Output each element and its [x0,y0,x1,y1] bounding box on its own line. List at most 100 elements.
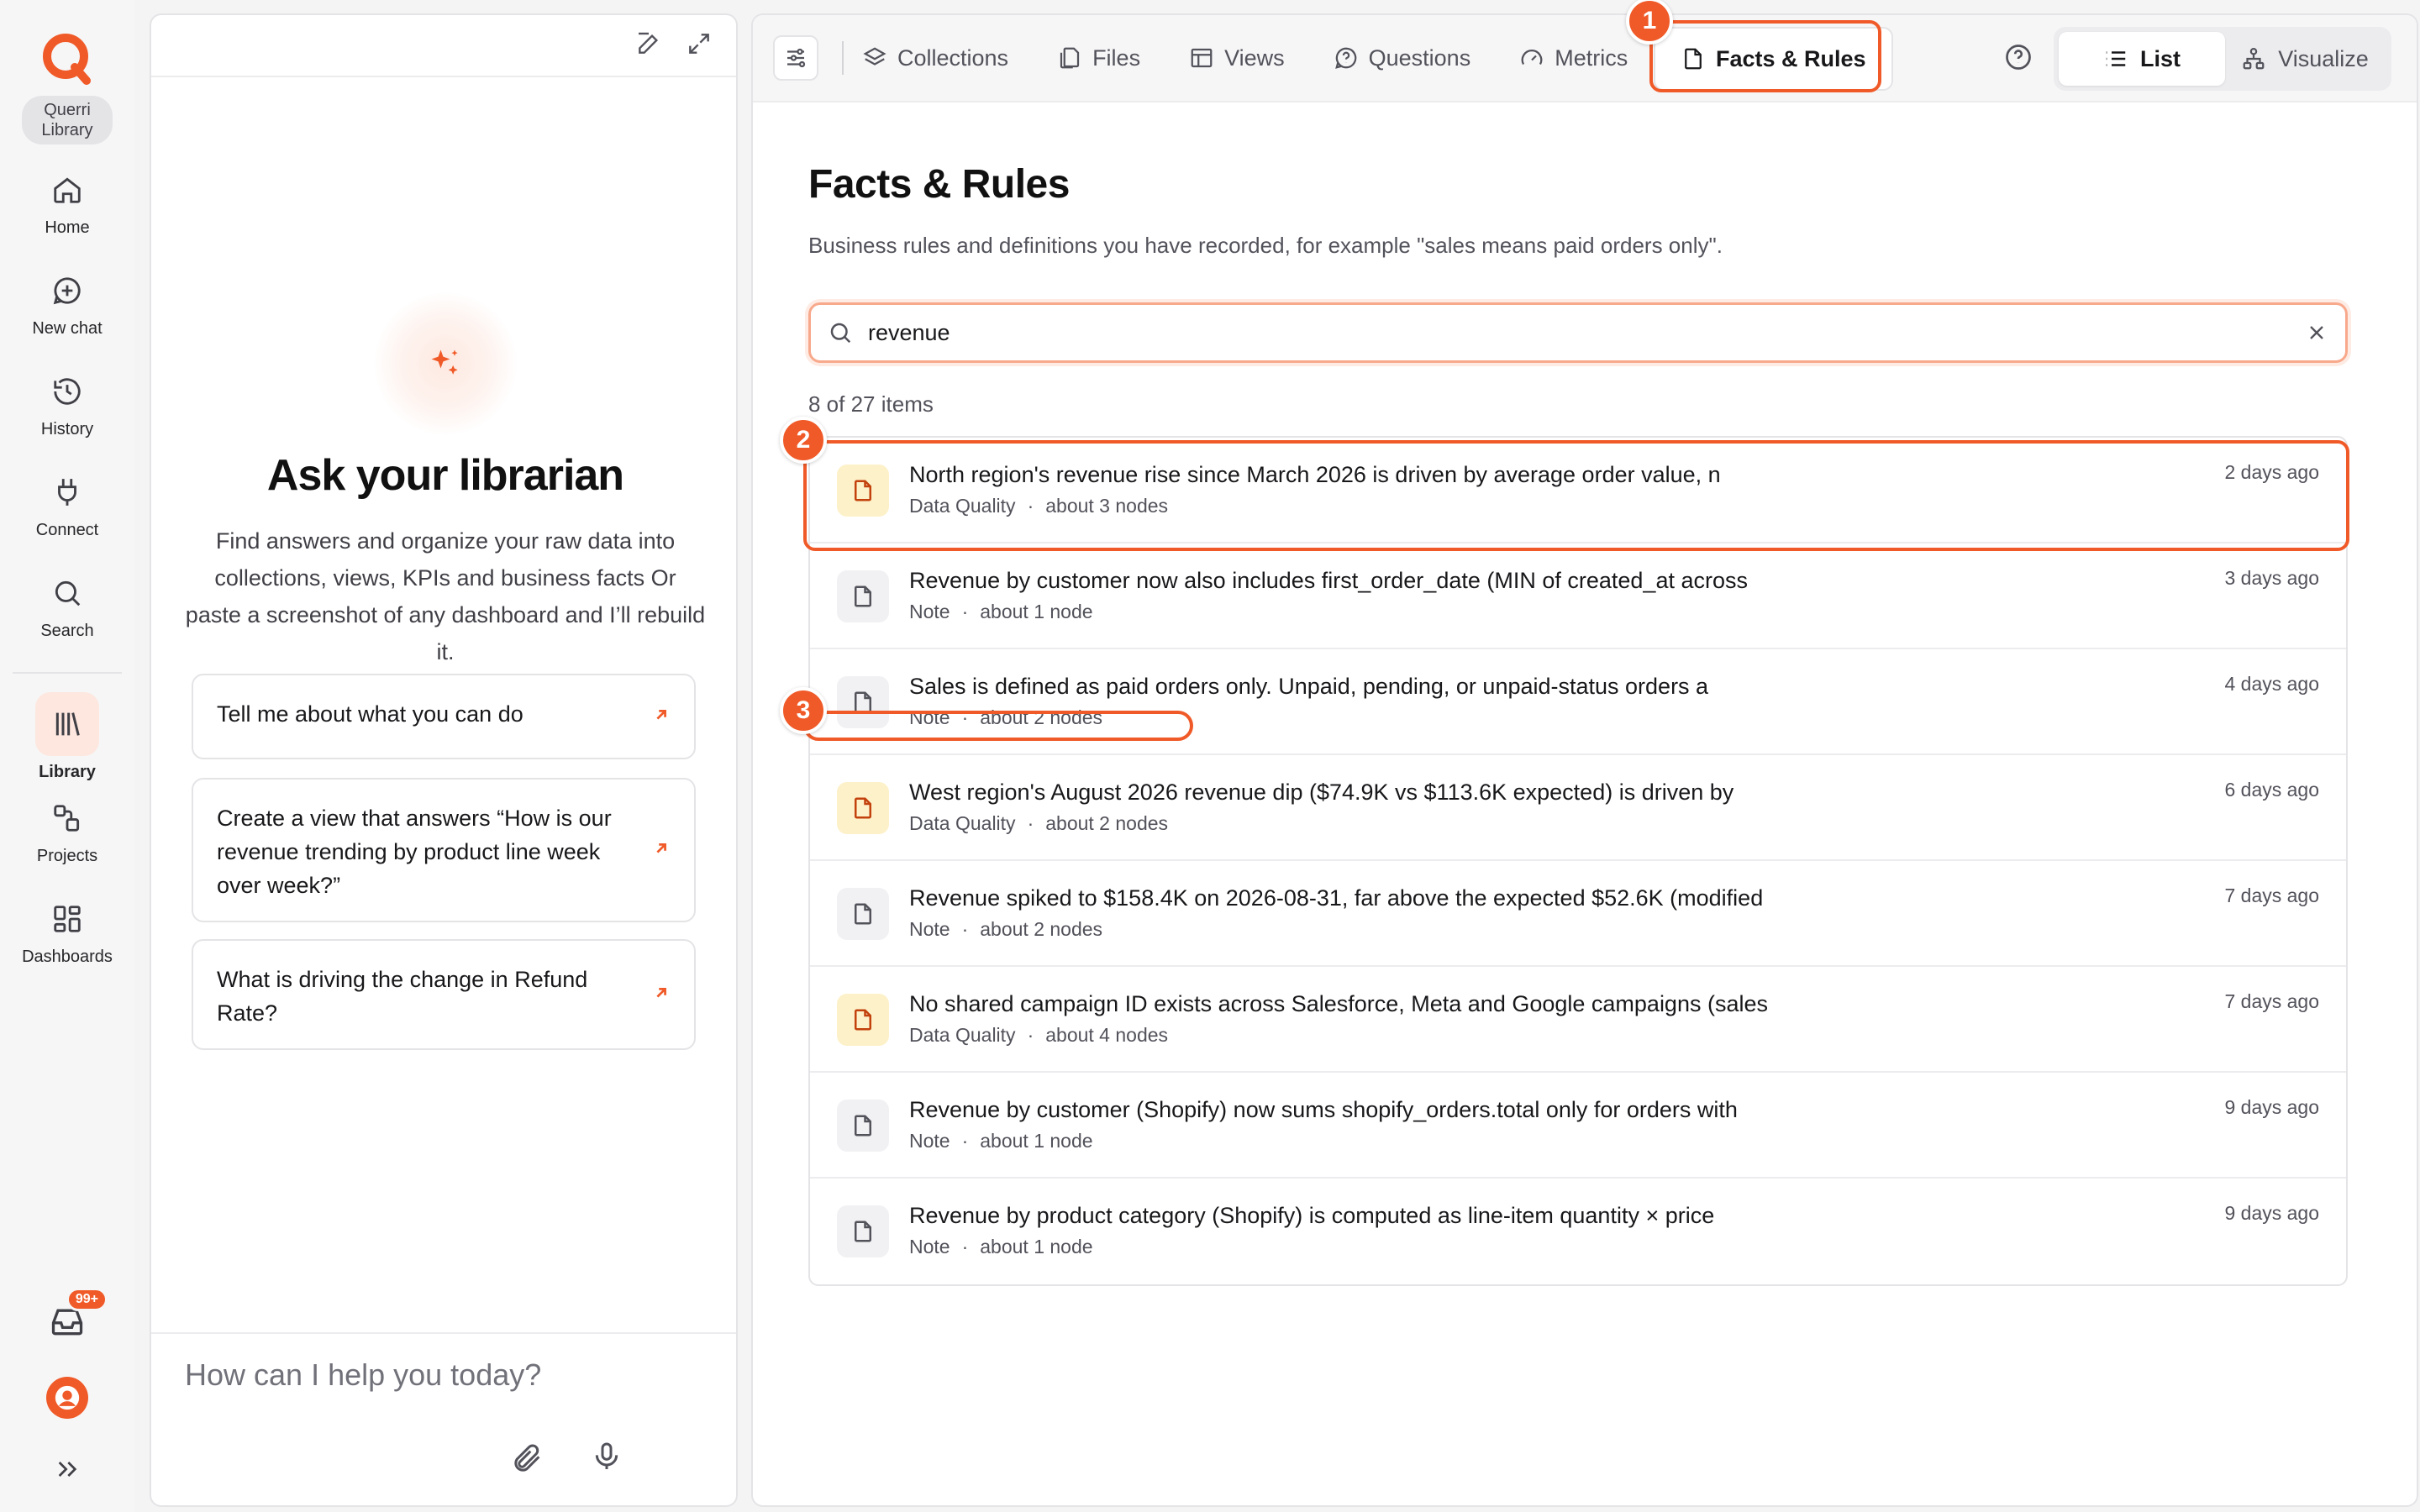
main-nav: Home New chat History Connect Search [0,155,134,659]
item-timestamp: 6 days ago [2224,779,2319,801]
avatar[interactable] [46,1377,88,1419]
nav-connect-label: Connect [35,520,99,539]
new-chat-icon [50,274,84,307]
attach-icon[interactable] [511,1441,544,1479]
nav-new-chat[interactable]: New chat [8,255,126,356]
app-window: Querri Library Home New chat History Con… [0,0,2420,1512]
list-view-button[interactable]: List [2059,32,2225,86]
facts-list: North region's revenue rise since March … [808,436,2348,1286]
tab-files-label: Files [1092,45,1141,71]
meta-separator: · [1027,495,1034,517]
projects-icon [50,801,84,835]
list-item[interactable]: North region's revenue rise since March … [810,438,2346,543]
visualize-view-button[interactable]: Visualize [2225,32,2385,86]
nav-search[interactable]: Search [8,558,126,659]
view-toggle: List Visualize [2054,27,2391,91]
suggestion-text: Create a view that answers “How is our r… [217,806,612,898]
document-icon [837,1100,889,1152]
tab-questions[interactable]: Questions [1334,45,1470,71]
nav-history[interactable]: History [8,356,126,457]
item-type: Note [909,918,950,940]
chat-title: Ask your librarian [266,451,624,500]
nav-projects[interactable]: Projects [8,783,126,884]
nav-new-chat-label: New chat [32,318,103,338]
tab-metrics-label: Metrics [1555,45,1628,71]
nav-dashboards[interactable]: Dashboards [8,884,126,984]
filter-button[interactable] [773,35,818,81]
item-meta: Note · about 2 nodes [909,918,2319,941]
item-text: No shared campaign ID exists across Sale… [909,989,2319,1047]
document-icon [837,570,889,622]
list-item[interactable]: No shared campaign ID exists across Sale… [810,967,2346,1073]
secondary-nav: Library Projects Dashboards [0,690,134,984]
list-item[interactable]: Revenue spiked to $158.4K on 2026-08-31,… [810,861,2346,967]
item-text: Revenue by customer (Shopify) now sums s… [909,1095,2319,1152]
arrow-up-right-icon [652,978,671,1011]
clear-search-icon[interactable] [2305,321,2328,344]
item-nodes: about 3 nodes [1045,495,1169,517]
querri-logo[interactable] [38,29,97,87]
help-icon[interactable] [2003,42,2033,76]
nav-library[interactable]: Library [8,690,126,783]
item-timestamp: 4 days ago [2224,673,2319,695]
page-title: Facts & Rules [808,162,1070,207]
tab-facts-rules[interactable]: Facts & Rules [1654,27,1893,91]
list-item[interactable]: Revenue by customer (Shopify) now sums s… [810,1073,2346,1179]
list-item[interactable]: Revenue by product category (Shopify) is… [810,1179,2346,1284]
item-title: Revenue by customer now also includes fi… [909,568,1748,593]
list-item[interactable]: Revenue by customer now also includes fi… [810,543,2346,649]
list-item[interactable]: West region's August 2026 revenue dip ($… [810,755,2346,861]
item-nodes: about 1 node [980,601,1093,622]
library-content: Facts & Rules Business rules and definit… [808,102,2348,1286]
item-title: No shared campaign ID exists across Sale… [909,991,1768,1016]
tab-metrics[interactable]: Metrics [1519,45,1628,71]
search-icon [50,576,84,610]
tab-files[interactable]: Files [1057,45,1140,71]
tab-collections[interactable]: Collections [862,45,1008,71]
chat-input[interactable]: How can I help you today? [185,1357,541,1393]
table-icon [1191,48,1213,68]
meta-separator: · [961,1130,969,1152]
tab-views-label: Views [1224,45,1285,71]
expand-icon[interactable] [686,30,713,61]
tab-views[interactable]: Views [1189,45,1285,71]
inbox-button[interactable]: 99+ [49,1288,108,1340]
network-icon [2243,48,2265,70]
nav-home[interactable]: Home [8,155,126,255]
suggestion-text: What is driving the change in Refund Rat… [217,967,588,1026]
item-type: Data Quality [909,495,1016,517]
edit-icon[interactable] [635,30,662,61]
history-icon [50,375,84,408]
item-timestamp: 7 days ago [2224,885,2319,906]
item-text: North region's revenue rise since March … [909,459,2319,517]
suggestion-card[interactable]: What is driving the change in Refund Rat… [192,939,696,1050]
microphone-icon[interactable] [590,1440,623,1478]
item-timestamp: 9 days ago [2224,1202,2319,1224]
item-timestamp: 2 days ago [2224,461,2319,483]
list-item[interactable]: Sales is defined as paid orders only. Un… [810,649,2346,755]
inbox-badge: 99+ [66,1288,108,1311]
search-input[interactable]: revenue [868,320,2305,346]
expand-sidebar-icon[interactable] [54,1456,81,1487]
item-type: Data Quality [909,1024,1016,1046]
item-meta: Data Quality · about 2 nodes [909,812,2319,835]
suggestion-card[interactable]: Create a view that answers “How is our r… [192,778,696,922]
suggestion-text: Tell me about what you can do [217,701,523,727]
search-field[interactable]: revenue [808,302,2348,363]
nav-library-label: Library [39,762,96,781]
item-meta: Note · about 1 node [909,1130,2319,1152]
meta-separator: · [961,706,969,728]
item-text: Sales is defined as paid orders only. Un… [909,671,2319,729]
nav-connect[interactable]: Connect [8,457,126,558]
suggestion-card[interactable]: Tell me about what you can do [192,674,696,759]
item-meta: Data Quality · about 3 nodes [909,495,2319,517]
chat-composer[interactable]: How can I help you today? [151,1332,736,1505]
meta-separator: · [961,918,969,940]
document-icon [837,888,889,940]
item-meta: Note · about 2 nodes [909,706,2319,729]
item-timestamp: 3 days ago [2224,567,2319,589]
user-avatar-icon [55,1385,80,1410]
item-type: Note [909,706,950,728]
workspace-pill[interactable]: Querri Library [22,96,113,144]
rail-bottom: 99+ [0,1288,134,1487]
